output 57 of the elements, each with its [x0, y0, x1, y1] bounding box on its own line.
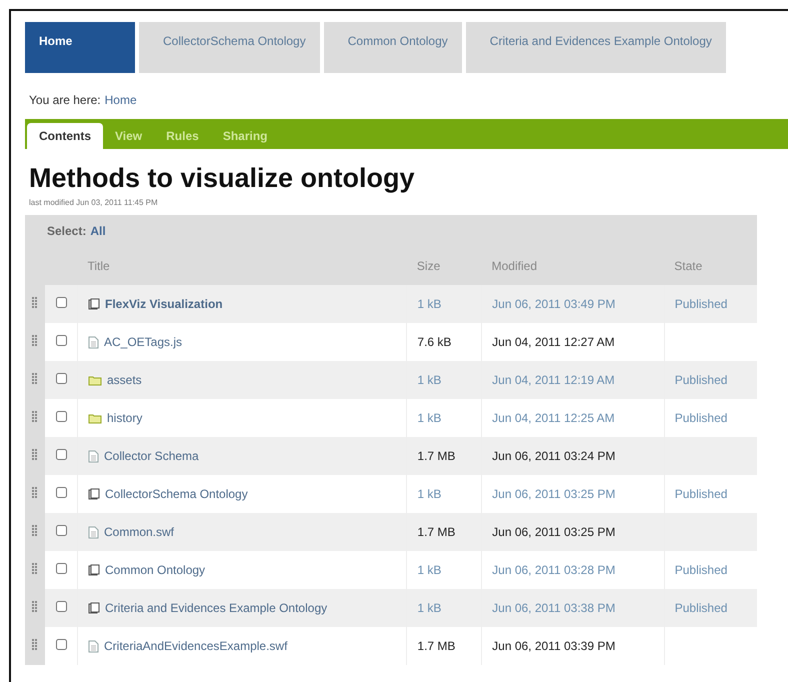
drag-handle-icon[interactable]: [32, 296, 38, 308]
row-checkbox[interactable]: [56, 639, 66, 650]
column-header: Modified: [482, 247, 664, 285]
nav-tab[interactable]: CollectorSchema Ontology: [139, 22, 320, 73]
row-checkbox[interactable]: [56, 297, 66, 308]
item-title-link[interactable]: CriteriaAndEvidencesExample.swf: [104, 639, 288, 653]
row-checkbox[interactable]: [56, 335, 66, 346]
nav-tab[interactable]: Home: [25, 22, 135, 73]
item-title-link[interactable]: Collector Schema: [104, 449, 199, 463]
drag-handle-icon[interactable]: [32, 410, 38, 422]
document-icon: [88, 564, 100, 576]
row-checkbox[interactable]: [56, 373, 66, 384]
row-checkbox[interactable]: [56, 525, 66, 536]
row-checkbox[interactable]: [56, 563, 66, 574]
drag-handle-icon[interactable]: [32, 372, 38, 384]
select-label: Select:: [47, 224, 86, 238]
drag-handle-icon[interactable]: [32, 486, 38, 498]
last-modified-text: last modified Jun 03, 2011 11:45 PM: [29, 198, 159, 207]
item-title-link[interactable]: AC_OETags.js: [104, 335, 182, 349]
document-icon: [88, 602, 100, 614]
item-title-link[interactable]: assets: [107, 373, 142, 387]
breadcrumb-link[interactable]: Home: [104, 93, 137, 107]
row-checkbox[interactable]: [56, 411, 66, 422]
item-title-link[interactable]: FlexViz Visualization: [105, 297, 223, 311]
column-header: Title: [78, 247, 407, 285]
row-checkbox[interactable]: [56, 449, 66, 460]
row-checkbox[interactable]: [56, 601, 66, 612]
page-title: Methods to visualize ontology: [29, 163, 416, 194]
row-checkbox[interactable]: [56, 487, 66, 498]
item-title-link[interactable]: history: [107, 411, 142, 425]
file-icon: [88, 450, 99, 462]
item-title-link[interactable]: Common.swf: [104, 525, 174, 539]
select-all-link[interactable]: All: [90, 224, 106, 238]
content-tab[interactable]: Contents: [27, 123, 103, 149]
item-title-link[interactable]: Common Ontology: [105, 563, 206, 577]
document-icon: [88, 298, 100, 310]
breadcrumb-label: You are here:: [29, 93, 101, 107]
nav-tab[interactable]: Common Ontology: [324, 22, 462, 73]
file-icon: [88, 526, 99, 538]
folder-icon: [88, 412, 102, 424]
file-icon: [88, 640, 99, 652]
item-title-link[interactable]: Criteria and Evidences Example Ontology: [105, 601, 328, 615]
size-cell: 1.7 MB: [406, 627, 482, 665]
document-icon: [88, 488, 100, 500]
modified-cell: Jun 06, 2011 03:39 PM: [482, 627, 664, 665]
file-icon: [88, 336, 99, 348]
drag-handle-icon[interactable]: [32, 562, 38, 574]
item-title-link[interactable]: CollectorSchema Ontology: [105, 487, 248, 501]
drag-handle-icon[interactable]: [32, 600, 38, 612]
drag-handle-icon[interactable]: [32, 638, 38, 650]
drag-handle-icon[interactable]: [32, 334, 38, 346]
drag-handle-icon[interactable]: [32, 524, 38, 536]
folder-icon: [88, 374, 102, 386]
nav-tab[interactable]: Criteria and Evidences Example Ontology: [466, 22, 726, 73]
column-header: State: [664, 247, 757, 285]
drag-handle-icon[interactable]: [32, 448, 38, 460]
column-header: Size: [406, 247, 482, 285]
